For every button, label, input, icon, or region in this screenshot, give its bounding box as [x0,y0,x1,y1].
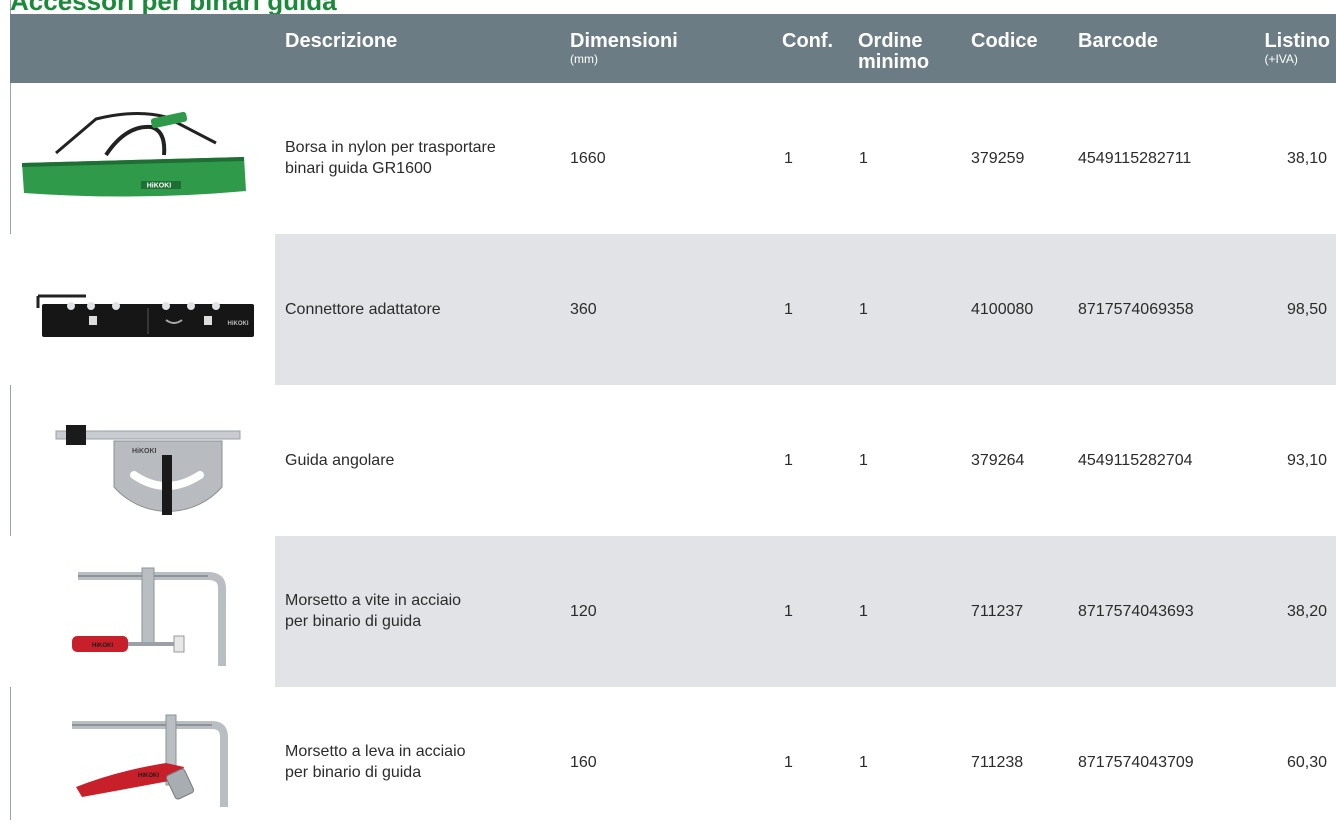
desc-line: per binario di guida [285,764,422,781]
cell-descrizione: Borsa in nylon per trasportare binari gu… [285,137,496,179]
cell-descrizione: Guida angolare [285,450,394,471]
cell-codice: 379259 [971,150,1025,167]
clamp-brand-mark: HiKOKI [92,643,113,649]
cell-barcode: 8717574043709 [1078,754,1194,771]
cell-conf: 1 [784,754,793,771]
header-ordine-line2: minimo [858,51,930,73]
header-conf: Conf. [782,30,834,52]
cell-conf: 1 [784,150,793,167]
cell-listino: 98,50 [1286,301,1327,318]
cell-dimensioni: 160 [570,754,597,771]
cell-listino: 93,10 [1286,452,1327,469]
table-row: HiKOKI Connettore adattatore 360 1 1 410… [10,234,1336,385]
angle-guide-icon: HiKOKI [55,425,241,515]
desc-line: per binario di guida [285,613,422,630]
cell-descrizione: Morsetto a vite in acciaio per binario d… [285,590,461,632]
cell-codice: 379264 [971,452,1025,469]
cell-conf: 1 [784,301,793,318]
header-descrizione: Descrizione [285,30,398,52]
connector-bar-icon: HiKOKI [36,294,254,337]
guide-brand-mark: HiKOKI [132,448,157,455]
cell-barcode: 4549115282711 [1078,150,1192,167]
header-codice: Codice [971,30,1038,52]
cell-dimensioni: 1660 [570,150,606,167]
header-listino-unit: (+IVA) [1264,52,1298,66]
desc-line: Guida angolare [285,452,395,469]
cell-descrizione: Connettore adattatore [285,299,441,320]
lever-clamp-icon: HiKOKI [72,714,228,807]
cell-ordine: 1 [859,452,868,469]
desc-line: Connettore adattatore [285,301,441,318]
table-row: HiKOKI Morsetto a leva in acciaio per bi… [10,687,1336,838]
desc-line: binari guida GR1600 [285,160,432,177]
header-listino-label: Listino [1264,30,1330,52]
header-ordine-line1: Ordine [858,30,923,52]
header-dimensioni: Dimensioni (mm) [570,30,678,67]
desc-line: Morsetto a vite in acciaio [285,592,462,609]
table-row: HiKOKI Morsetto a vite in acciaio per bi… [10,536,1336,687]
screw-clamp-icon: HiKOKI [72,567,226,666]
cell-barcode: 8717574069358 [1078,301,1194,318]
cell-listino: 38,10 [1286,150,1327,167]
cell-dimensioni: 360 [570,301,597,318]
desc-line: Borsa in nylon per trasportare [285,139,496,156]
cell-ordine: 1 [859,603,868,620]
header-dimensioni-label: Dimensioni [570,30,678,52]
cell-listino: 38,20 [1286,603,1327,620]
accessories-table: Descrizione Dimensioni (mm) Conf. Ordine… [10,14,1336,838]
cell-barcode: 4549115282704 [1078,452,1193,469]
header-barcode: Barcode [1078,30,1159,52]
table-row: HiKOKI Guida angolare 1 1 379264 4549115… [10,385,1336,536]
cell-listino: 60,30 [1286,754,1327,771]
cell-descrizione: Morsetto a leva in acciaio per binario d… [285,741,466,783]
table-row: HiKOKI Borsa in nylon per trasportare bi… [10,83,1336,234]
cell-codice: 711237 [971,603,1024,620]
cell-ordine: 1 [859,754,868,771]
desc-line: Morsetto a leva in acciaio [285,743,466,760]
bag-brand-mark: HiKOKI [147,183,172,190]
carry-bag-icon: HiKOKI [22,111,246,197]
cell-conf: 1 [784,452,793,469]
cell-codice: 4100080 [971,301,1034,318]
header-ordine-minimo: Ordine minimo [858,31,929,73]
lever-brand-mark: HiKOKI [138,773,159,779]
cell-dimensioni: 120 [570,603,597,620]
connector-brand-mark: HiKOKI [228,321,249,327]
cell-ordine: 1 [859,301,868,318]
cell-codice: 711238 [971,754,1024,771]
header-listino: Listino (+IVA) [1264,30,1330,67]
cell-conf: 1 [784,603,793,620]
header-dimensioni-unit: (mm) [570,52,598,66]
cell-ordine: 1 [859,150,868,167]
cell-barcode: 8717574043693 [1078,603,1194,620]
table-header: Descrizione Dimensioni (mm) Conf. Ordine… [10,14,1336,83]
